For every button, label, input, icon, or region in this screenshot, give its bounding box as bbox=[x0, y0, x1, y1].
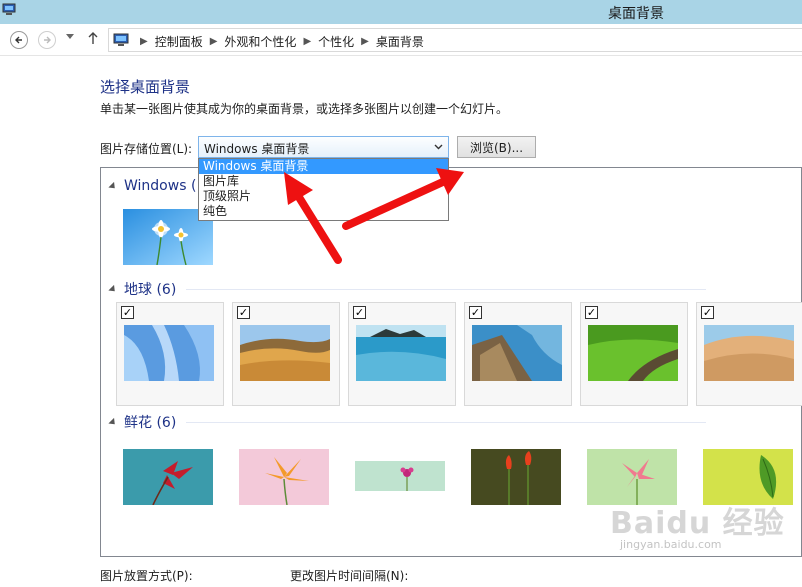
collapse-triangle-icon[interactable] bbox=[108, 417, 118, 427]
pink-flower-wallpaper-image bbox=[587, 449, 677, 505]
group-earth-thumbnails: ✓ ✓ ✓ ✓ ✓ ✓ bbox=[116, 302, 802, 406]
location-select-value: Windows 桌面背景 bbox=[204, 142, 310, 156]
location-option-pictures[interactable]: 图片库 bbox=[199, 174, 448, 189]
control-panel-icon bbox=[2, 3, 16, 15]
address-bar-row: ▶ 控制面板 ▶ 外观和个性化 ▶ 个性化 ▶ 桌面背景 bbox=[0, 24, 802, 56]
wallpaper-thumbnail[interactable]: ✓ bbox=[696, 302, 802, 406]
location-select[interactable]: Windows 桌面背景 bbox=[198, 136, 449, 158]
page-title: 选择桌面背景 bbox=[100, 78, 191, 96]
title-bar: 桌面背景 bbox=[0, 0, 802, 24]
painted-hills-wallpaper-image bbox=[240, 325, 330, 381]
location-dropdown-list: Windows 桌面背景 图片库 顶级照片 纯色 bbox=[198, 158, 449, 221]
breadcrumb-separator-icon: ▶ bbox=[140, 36, 148, 47]
baidu-watermark: Baidu 经验 jingyan.baidu.com bbox=[610, 498, 785, 551]
control-panel-icon bbox=[113, 33, 129, 46]
arrow-left-icon bbox=[15, 36, 22, 44]
small-pink-flower-wallpaper-image bbox=[355, 461, 445, 491]
group-header-windows[interactable]: Windows ( bbox=[108, 178, 197, 194]
desert-wallpaper-image bbox=[704, 325, 794, 381]
green-leaf-wallpaper-image bbox=[703, 449, 793, 505]
location-option-solid-colors[interactable]: 纯色 bbox=[199, 204, 448, 219]
breadcrumb-item-personalization[interactable]: 个性化 bbox=[318, 33, 354, 50]
browse-button[interactable]: 浏览(B)... bbox=[457, 136, 536, 158]
wallpaper-thumbnail[interactable]: ✓ bbox=[232, 302, 340, 406]
window-title: 桌面背景 bbox=[608, 6, 664, 22]
breadcrumb: ▶ 控制面板 ▶ 外观和个性化 ▶ 个性化 ▶ 桌面背景 bbox=[133, 33, 424, 50]
page-description: 单击某一张图片使其成为你的桌面背景，或选择多张图片以创建一个幻灯片。 bbox=[100, 102, 509, 116]
thumbnail-checkbox[interactable]: ✓ bbox=[585, 306, 598, 319]
wallpaper-thumbnail[interactable] bbox=[348, 436, 456, 540]
breadcrumb-item-desktop-background[interactable]: 桌面背景 bbox=[376, 33, 424, 50]
location-label: 图片存储位置(L): bbox=[100, 142, 193, 156]
wallpaper-thumbnail[interactable]: ✓ bbox=[348, 302, 456, 406]
wallpaper-thumbnail[interactable]: ✓ bbox=[464, 302, 572, 406]
address-bar[interactable]: ▶ 控制面板 ▶ 外观和个性化 ▶ 个性化 ▶ 桌面背景 bbox=[108, 28, 802, 52]
breadcrumb-separator-icon[interactable]: ▶ bbox=[303, 36, 311, 47]
group-divider bbox=[186, 421, 707, 423]
red-flower-wallpaper-image bbox=[123, 449, 213, 505]
collapse-triangle-icon[interactable] bbox=[108, 284, 118, 294]
recent-locations-dropdown-icon[interactable] bbox=[66, 34, 74, 40]
picture-position-label: 图片放置方式(P): bbox=[100, 569, 193, 583]
wallpaper-thumbnail[interactable]: ✓ bbox=[116, 302, 224, 406]
chevron-down-icon bbox=[434, 144, 443, 150]
location-option-windows[interactable]: Windows 桌面背景 bbox=[199, 159, 448, 174]
arrow-right-icon bbox=[44, 36, 51, 44]
wallpaper-thumbnail[interactable]: ✓ bbox=[580, 302, 688, 406]
wallpaper-thumbnail[interactable] bbox=[116, 436, 224, 540]
rocky-shore-wallpaper-image bbox=[472, 325, 562, 381]
change-interval-label: 更改图片时间间隔(N): bbox=[290, 569, 409, 583]
thumbnail-checkbox[interactable]: ✓ bbox=[469, 306, 482, 319]
thumbnail-checkbox[interactable]: ✓ bbox=[701, 306, 714, 319]
green-field-wallpaper-image bbox=[588, 325, 678, 381]
red-tulips-wallpaper-image bbox=[471, 449, 561, 505]
watermark-brand: Baidu 经验 bbox=[610, 506, 785, 541]
breadcrumb-separator-icon[interactable]: ▶ bbox=[361, 36, 369, 47]
group-header-flowers[interactable]: 鲜花 (6) bbox=[108, 412, 707, 432]
breadcrumb-separator-icon[interactable]: ▶ bbox=[210, 36, 218, 47]
back-button[interactable] bbox=[10, 31, 28, 49]
group-name: Windows ( bbox=[124, 178, 197, 194]
group-name: 鲜花 (6) bbox=[124, 415, 177, 431]
wallpaper-thumbnail[interactable] bbox=[232, 436, 340, 540]
up-arrow-icon[interactable] bbox=[88, 31, 98, 45]
group-divider bbox=[186, 288, 707, 290]
ice-wallpaper-image bbox=[124, 325, 214, 381]
breadcrumb-item-control-panel[interactable]: 控制面板 bbox=[155, 33, 203, 50]
thumbnail-checkbox[interactable]: ✓ bbox=[353, 306, 366, 319]
group-name: 地球 (6) bbox=[124, 282, 177, 298]
orange-lily-wallpaper-image bbox=[239, 449, 329, 505]
breadcrumb-item-appearance[interactable]: 外观和个性化 bbox=[224, 33, 296, 50]
thumbnail-checkbox[interactable]: ✓ bbox=[237, 306, 250, 319]
group-header-earth[interactable]: 地球 (6) bbox=[108, 279, 707, 299]
thumbnail-checkbox[interactable]: ✓ bbox=[121, 306, 134, 319]
location-option-top-rated[interactable]: 顶级照片 bbox=[199, 189, 448, 204]
collapse-triangle-icon[interactable] bbox=[108, 181, 118, 191]
ocean-wallpaper-image bbox=[356, 325, 446, 381]
forward-button[interactable] bbox=[38, 31, 56, 49]
wallpaper-thumbnail[interactable] bbox=[464, 436, 572, 540]
